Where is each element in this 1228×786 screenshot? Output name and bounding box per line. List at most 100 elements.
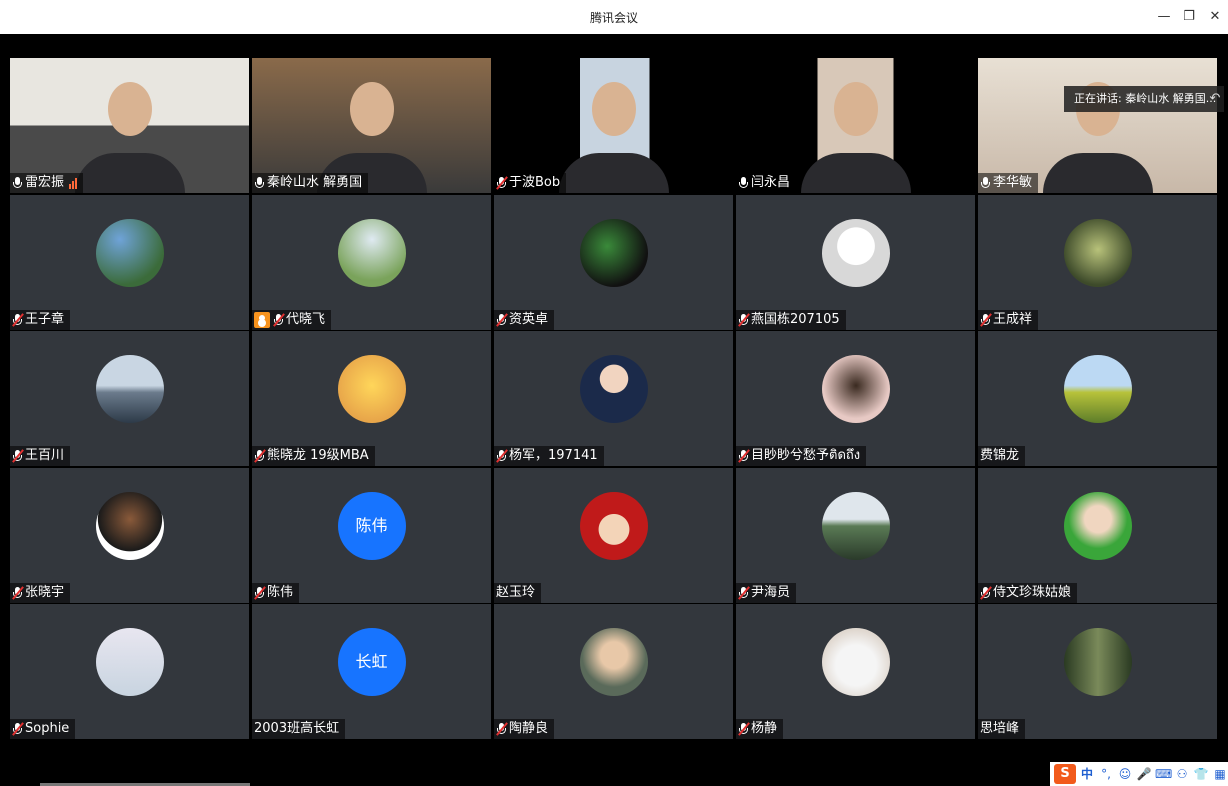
mic-muted-icon [12, 722, 24, 736]
mic-icon [254, 176, 265, 190]
mic-muted-icon [980, 585, 992, 600]
raise-hand-icon [254, 311, 270, 328]
participant-tile[interactable]: 思培峰 [978, 604, 1217, 739]
ime-toolbox-icon[interactable]: ▦ [1212, 766, 1228, 782]
participant-name: 秦岭山水 解勇国 [267, 175, 363, 190]
mic-icon [12, 176, 23, 190]
ime-emoji-icon[interactable]: ☺ [1117, 766, 1133, 782]
avatar [1063, 491, 1132, 560]
avatar [821, 491, 890, 560]
avatar [1063, 355, 1132, 423]
participant-tile[interactable]: 陶静良 [494, 604, 733, 739]
avatar [579, 491, 648, 560]
participant-nametag: 赵玉玲 [494, 582, 542, 603]
ime-punct-icon[interactable]: °, [1098, 766, 1114, 782]
participant-tile[interactable]: 杨静 [736, 604, 975, 739]
participant-nametag: 陶静良 [494, 719, 555, 739]
sogou-logo-icon[interactable]: S [1054, 764, 1076, 784]
participant-tile[interactable]: 王成祥 [978, 194, 1217, 330]
participant-tile[interactable]: 侍文珍珠姑娘 [978, 467, 1217, 603]
participant-tile[interactable]: 秦岭山水 解勇国 [252, 58, 491, 193]
participant-nametag: 于波Bob [494, 173, 567, 193]
ime-keyboard-icon[interactable]: ⌨ [1155, 766, 1172, 782]
participant-nametag: 雷宏振 [10, 173, 84, 193]
person-silhouette [591, 82, 636, 137]
participant-tile[interactable]: 代晓飞 [252, 194, 491, 330]
participant-nametag: 王成祥 [978, 309, 1039, 330]
participant-name: 思培峰 [980, 721, 1020, 736]
avatar [337, 355, 406, 423]
participant-tile[interactable]: 李华敏 [978, 58, 1217, 193]
close-button[interactable]: ✕ [1204, 6, 1226, 28]
ime-skin-icon[interactable]: 👕 [1193, 766, 1209, 782]
mic-muted-icon [254, 449, 266, 463]
avatar [579, 355, 648, 423]
avatar [821, 628, 890, 696]
participant-tile[interactable]: 杨军，197141 [494, 331, 733, 466]
participant-tile[interactable]: 张晓宇 [10, 467, 249, 603]
participant-tile[interactable]: 雷宏振 [10, 58, 249, 193]
participant-tile[interactable]: 王百川 [10, 331, 249, 466]
participant-tile[interactable]: 陈伟 陈伟 [252, 467, 491, 603]
window-title: 腾讯会议 [589, 11, 638, 25]
participant-name: 熊晓龙 19级MBA [267, 448, 369, 463]
participant-nametag: Sophie [10, 719, 76, 739]
participant-nametag: 燕国栋207105 [736, 309, 846, 330]
participant-name: 杨军，197141 [509, 448, 598, 463]
participant-tile[interactable]: 尹海员 [736, 467, 975, 603]
participant-name: 雷宏振 [25, 175, 65, 190]
participant-tile[interactable]: 目眇眇兮愁予ติดถึง [736, 331, 975, 466]
mic-muted-icon [12, 312, 24, 327]
participant-name: 目眇眇兮愁予ติดถึง [751, 448, 861, 463]
participant-name: 杨静 [751, 721, 778, 736]
avatar: 陈伟 [337, 491, 406, 560]
ime-voice-icon[interactable]: 🎤 [1136, 766, 1152, 782]
participant-name: 资英卓 [509, 311, 549, 327]
participant-tile[interactable]: 长虹 2003班高长虹 [252, 604, 491, 739]
participant-tile[interactable]: 燕国栋207105 [736, 194, 975, 330]
participant-tile[interactable]: 熊晓龙 19级MBA [252, 331, 491, 466]
mic-icon [980, 176, 991, 190]
participant-nametag: 王子章 [10, 309, 71, 330]
mic-muted-icon [12, 585, 24, 600]
ime-user-icon[interactable]: ⚇ [1174, 766, 1190, 782]
mic-muted-icon [496, 722, 508, 736]
participant-name: 王子章 [25, 311, 65, 327]
participant-name: 燕国栋207105 [751, 311, 840, 327]
mic-muted-icon [738, 312, 750, 327]
participant-tile[interactable]: 于波Bob [494, 58, 733, 193]
participant-name: 于波Bob [509, 175, 561, 190]
title-bar: 腾讯会议 — ❐ ✕ [0, 0, 1228, 34]
participant-nametag: 熊晓龙 19级MBA [252, 446, 375, 466]
avatar [579, 218, 648, 287]
ime-toolbar: S 中 °, ☺ 🎤 ⌨ ⚇ 👕 ▦ [1050, 762, 1228, 786]
participant-tile[interactable]: 资英卓 [494, 194, 733, 330]
mic-muted-icon [254, 585, 266, 600]
participant-tile[interactable]: 闫永昌 [736, 58, 975, 193]
participant-nametag: 资英卓 [494, 309, 555, 330]
participant-tile[interactable]: 王子章 [10, 194, 249, 330]
participant-name: 尹海员 [751, 584, 791, 600]
participant-tile[interactable]: 赵玉玲 [494, 467, 733, 603]
participant-nametag: 目眇眇兮愁予ติดถึง [736, 446, 867, 466]
participant-name: 代晓飞 [286, 311, 326, 327]
banner-collapse-button[interactable]: ↶ [1202, 86, 1228, 112]
participant-nametag: 闫永昌 [736, 173, 797, 193]
participant-nametag: 侍文珍珠姑娘 [978, 582, 1078, 603]
speaking-banner: 正在讲话: 秦岭山水 解勇国... [1064, 86, 1224, 112]
participant-name: 陈伟 [267, 584, 294, 600]
participant-tile[interactable]: Sophie [10, 604, 249, 739]
participant-name: 费锦龙 [980, 448, 1020, 463]
avatar [1063, 628, 1132, 696]
volume-level-icon [69, 177, 78, 189]
mic-muted-icon [738, 449, 750, 463]
participant-name: 2003班高长虹 [254, 721, 340, 736]
ime-lang-toggle[interactable]: 中 [1079, 766, 1095, 782]
mic-muted-icon [738, 722, 750, 736]
mic-muted-icon [980, 312, 992, 327]
minimize-button[interactable]: — [1153, 6, 1175, 28]
maximize-button[interactable]: ❐ [1178, 6, 1200, 28]
avatar [1063, 218, 1132, 287]
participant-tile[interactable]: 费锦龙 [978, 331, 1217, 466]
person-silhouette [349, 82, 394, 137]
